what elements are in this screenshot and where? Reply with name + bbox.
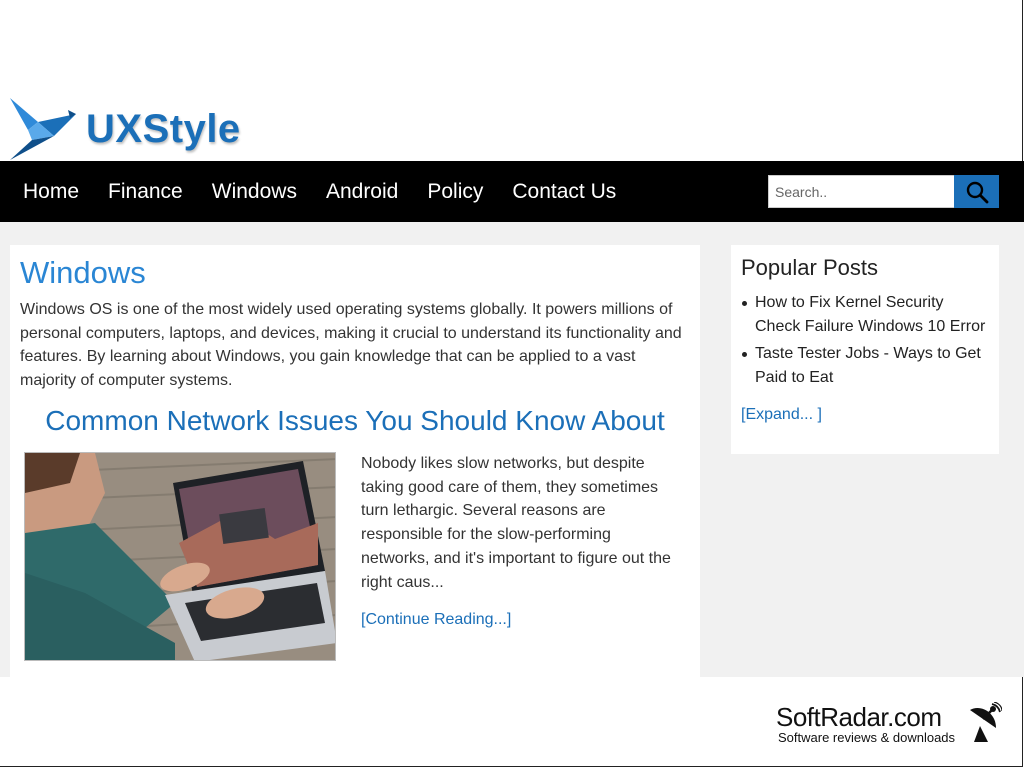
site-logo[interactable]: UXStyle xyxy=(8,96,241,162)
popular-post-link[interactable]: How to Fix Kernel Security Check Failure… xyxy=(741,291,991,338)
nav-item-home[interactable]: Home xyxy=(23,180,79,204)
laptop-photo xyxy=(25,453,335,660)
nav-item-policy[interactable]: Policy xyxy=(427,180,483,204)
search-form xyxy=(768,175,999,208)
popular-post-link[interactable]: Taste Tester Jobs - Ways to Get Paid to … xyxy=(741,342,991,389)
article-thumbnail[interactable] xyxy=(24,452,336,661)
origami-bird-icon xyxy=(10,98,76,160)
nav-item-windows[interactable]: Windows xyxy=(212,180,297,204)
nav-item-contact-us[interactable]: Contact Us xyxy=(512,180,616,204)
section-description: Windows OS is one of the most widely use… xyxy=(20,301,682,390)
nav-item-android[interactable]: Android xyxy=(326,180,398,204)
article-excerpt: Nobody likes slow networks, but despite … xyxy=(361,455,671,591)
search-input[interactable] xyxy=(768,175,954,208)
softradar-watermark: SoftRadar.com Software reviews & downloa… xyxy=(776,702,1006,750)
popular-posts-list: How to Fix Kernel Security Check Failure… xyxy=(741,291,991,394)
satellite-dish-icon xyxy=(970,702,1002,742)
search-icon xyxy=(966,181,988,203)
logo-text: UXStyle xyxy=(86,106,241,151)
expand-link[interactable]: [Expand... ] xyxy=(741,406,822,424)
search-button[interactable] xyxy=(954,175,999,208)
top-navbar: Home Finance Windows Android Policy Cont… xyxy=(0,161,1024,222)
page-title: Windows xyxy=(20,255,146,290)
watermark-title: SoftRadar.com xyxy=(776,702,942,732)
watermark-subtitle: Software reviews & downloads xyxy=(778,730,956,745)
article-title-link[interactable]: Common Network Issues You Should Know Ab… xyxy=(10,405,700,437)
nav-menu: Home Finance Windows Android Policy Cont… xyxy=(23,161,645,222)
continue-reading-link[interactable]: [Continue Reading...] xyxy=(361,611,511,629)
sidebar-title: Popular Posts xyxy=(741,255,878,280)
nav-item-finance[interactable]: Finance xyxy=(108,180,183,204)
